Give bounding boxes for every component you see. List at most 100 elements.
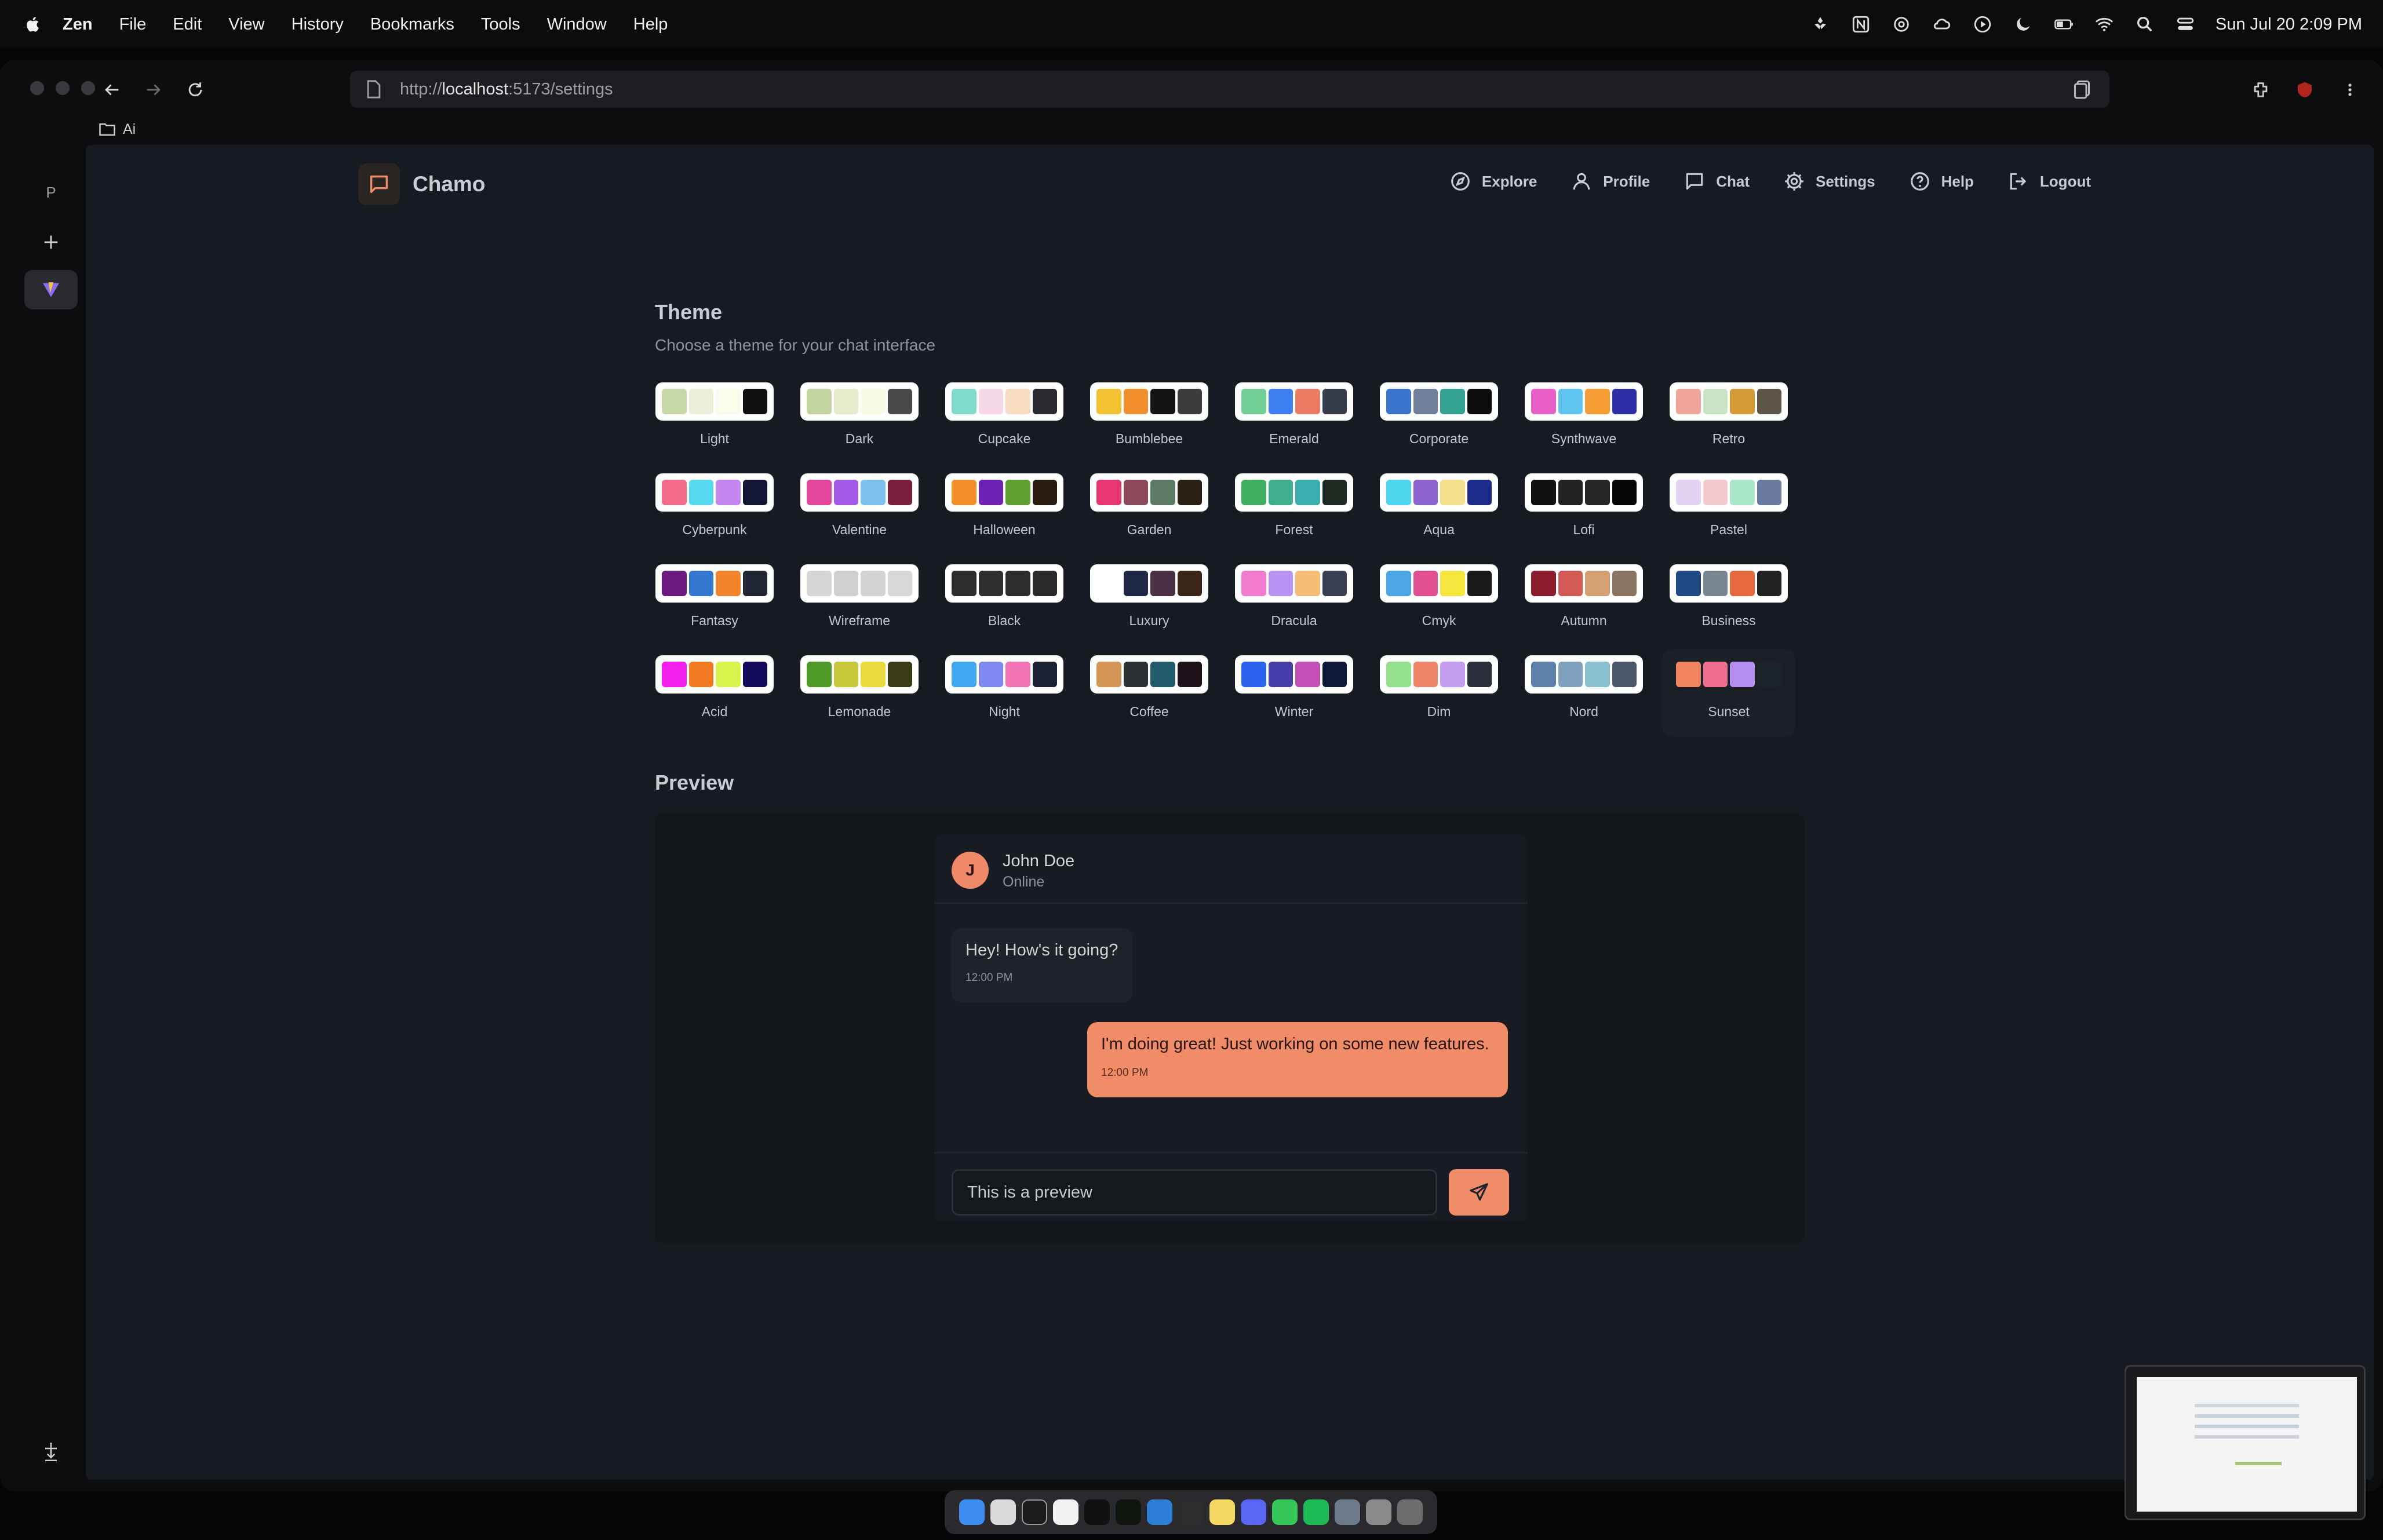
theme-option-corporate[interactable]: Corporate [1372, 377, 1506, 464]
chatgpt-icon[interactable] [990, 1499, 1016, 1525]
battery-icon[interactable] [2053, 14, 2074, 35]
send-button[interactable] [1449, 1169, 1509, 1216]
wifi-icon[interactable] [2094, 14, 2115, 35]
finder-icon[interactable] [959, 1499, 985, 1525]
zen-browser-icon[interactable] [1022, 1499, 1047, 1525]
nav-logout[interactable]: Logout [2007, 170, 2091, 192]
reader-view-icon[interactable] [2072, 79, 2093, 100]
menu-bookmarks[interactable]: Bookmarks [370, 15, 454, 34]
theme-option-acid[interactable]: Acid [648, 649, 781, 736]
theme-option-sunset[interactable]: Sunset [1662, 649, 1795, 736]
discord-icon[interactable] [1241, 1499, 1266, 1525]
menu-help[interactable]: Help [633, 15, 668, 34]
moon-icon[interactable] [2013, 14, 2034, 35]
terminal-icon[interactable] [1116, 1499, 1141, 1525]
theme-option-pastel[interactable]: Pastel [1662, 468, 1795, 554]
menu-edit[interactable]: Edit [173, 15, 202, 34]
nav-help[interactable]: Help [1909, 170, 1974, 192]
extensions-icon[interactable] [2246, 75, 2275, 104]
vite-tab-icon[interactable] [24, 270, 78, 309]
menu-window[interactable]: Window [547, 15, 607, 34]
url-text[interactable]: http://localhost:5173/settings [400, 80, 613, 99]
apple-icon[interactable] [23, 13, 44, 36]
theme-option-synthwave[interactable]: Synthwave [1517, 377, 1650, 464]
menu-history[interactable]: History [292, 15, 344, 34]
theme-option-emerald[interactable]: Emerald [1227, 377, 1361, 464]
menu-app-name[interactable]: Zen [63, 15, 93, 34]
theme-option-dim[interactable]: Dim [1372, 649, 1506, 736]
theme-option-retro[interactable]: Retro [1662, 377, 1795, 464]
trash-icon[interactable] [1397, 1499, 1423, 1525]
reload-button[interactable] [181, 75, 210, 104]
theme-option-cmyk[interactable]: Cmyk [1372, 559, 1506, 645]
menubar-clock[interactable]: Sun Jul 20 2:09 PM [2216, 15, 2362, 34]
bookmark-label: Ai [123, 121, 136, 137]
menu-more-icon[interactable] [2335, 75, 2364, 104]
theme-option-lemonade[interactable]: Lemonade [793, 649, 926, 736]
theme-option-winter[interactable]: Winter [1227, 649, 1361, 736]
minimize-window-button[interactable] [56, 81, 70, 95]
theme-option-forest[interactable]: Forest [1227, 468, 1361, 554]
theme-option-bumblebee[interactable]: Bumblebee [1083, 377, 1216, 464]
theme-option-fantasy[interactable]: Fantasy [648, 559, 781, 645]
theme-option-cupcake[interactable]: Cupcake [938, 377, 1071, 464]
theme-option-nord[interactable]: Nord [1517, 649, 1650, 736]
macos-menubar: Zen File Edit View History Bookmarks Too… [0, 0, 2383, 49]
color-swatch [1032, 662, 1057, 687]
nav-chat[interactable]: Chat [1684, 170, 1750, 192]
theme-option-aqua[interactable]: Aqua [1372, 468, 1506, 554]
address-bar[interactable]: http://localhost:5173/settings [350, 71, 2109, 108]
bookmark-folder-ai[interactable]: Ai [99, 115, 136, 144]
preview-app-icon[interactable] [1335, 1499, 1360, 1525]
openai-icon[interactable] [1891, 14, 1912, 35]
theme-option-garden[interactable]: Garden [1083, 468, 1216, 554]
play-icon[interactable] [1972, 14, 1993, 35]
theme-option-coffee[interactable]: Coffee [1083, 649, 1216, 736]
nav-explore[interactable]: Explore [1449, 170, 1537, 192]
control-center-icon[interactable] [2175, 14, 2196, 35]
theme-option-wireframe[interactable]: Wireframe [793, 559, 926, 645]
color-swatch [1096, 480, 1121, 505]
new-tab-plus-icon[interactable] [35, 226, 67, 258]
notion-app-icon[interactable] [1053, 1499, 1078, 1525]
screenshot-thumbnail[interactable] [2125, 1365, 2366, 1520]
theme-option-black[interactable]: Black [938, 559, 1071, 645]
theme-option-cyberpunk[interactable]: Cyberpunk [648, 468, 781, 554]
spotlight-search-icon[interactable] [2134, 14, 2155, 35]
vscode-icon[interactable] [1147, 1499, 1172, 1525]
zoom-window-button[interactable] [81, 81, 95, 95]
nav-profile[interactable]: Profile [1571, 170, 1650, 192]
notes-icon[interactable] [1209, 1499, 1235, 1525]
weather-icon[interactable] [1932, 14, 1952, 35]
forward-button[interactable] [139, 75, 168, 104]
theme-option-light[interactable]: Light [648, 377, 781, 464]
workspace-letter[interactable]: P [35, 176, 67, 209]
extension-icon[interactable] [1810, 14, 1831, 35]
theme-option-luxury[interactable]: Luxury [1083, 559, 1216, 645]
message-input[interactable]: This is a preview [952, 1169, 1437, 1216]
theme-option-dark[interactable]: Dark [793, 377, 926, 464]
theme-option-halloween[interactable]: Halloween [938, 468, 1071, 554]
telegram-icon[interactable] [1178, 1499, 1204, 1525]
add-workspace-plus-icon[interactable] [35, 1432, 67, 1465]
notion-icon[interactable] [1850, 14, 1871, 35]
theme-option-valentine[interactable]: Valentine [793, 468, 926, 554]
theme-option-night[interactable]: Night [938, 649, 1071, 736]
menu-tools[interactable]: Tools [481, 15, 520, 34]
ublock-icon[interactable] [2290, 75, 2319, 104]
brand[interactable]: Chamo [358, 163, 485, 205]
messages-icon[interactable] [1272, 1499, 1298, 1525]
window-controls[interactable] [30, 81, 95, 95]
theme-option-autumn[interactable]: Autumn [1517, 559, 1650, 645]
back-button[interactable] [97, 75, 126, 104]
spotify-icon[interactable] [1303, 1499, 1329, 1525]
nav-settings[interactable]: Settings [1783, 170, 1875, 192]
menu-file[interactable]: File [119, 15, 147, 34]
menu-view[interactable]: View [228, 15, 264, 34]
close-window-button[interactable] [30, 81, 44, 95]
theme-option-business[interactable]: Business [1662, 559, 1795, 645]
settings-app-icon[interactable] [1366, 1499, 1391, 1525]
warp-icon[interactable] [1084, 1499, 1110, 1525]
theme-option-dracula[interactable]: Dracula [1227, 559, 1361, 645]
theme-option-lofi[interactable]: Lofi [1517, 468, 1650, 554]
